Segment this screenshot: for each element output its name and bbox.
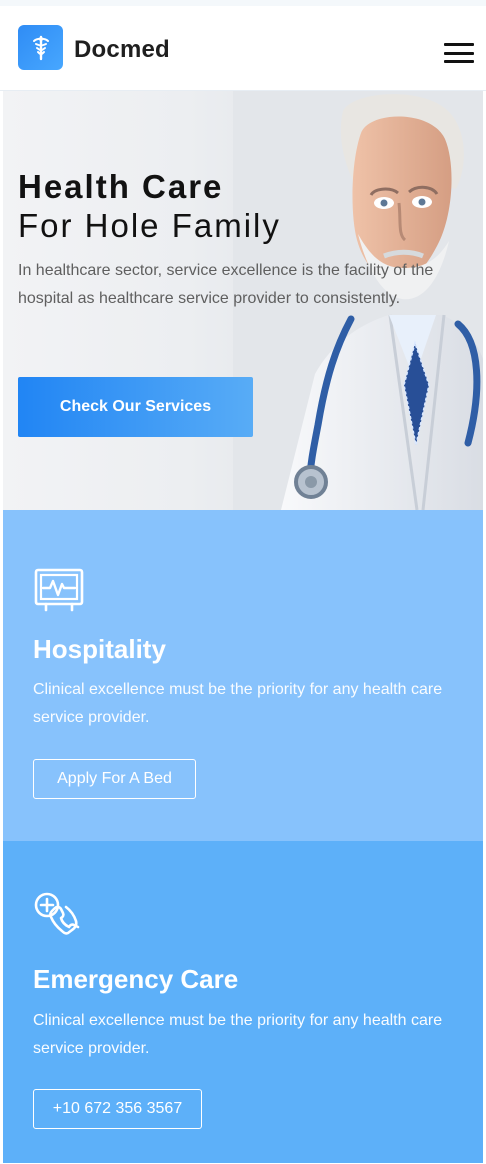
emergency-care-title: Emergency Care — [33, 964, 239, 994]
caduceus-logo-icon — [18, 25, 63, 70]
heart-monitor-icon — [34, 568, 84, 612]
menu-button[interactable] — [444, 43, 474, 63]
hero-title-line-2: For Hole Family — [18, 207, 281, 245]
hero-section: Health Care For Hole Family In healthcar… — [3, 91, 483, 510]
emergency-care-description: Clinical excellence must be the priority… — [33, 1012, 443, 1057]
page: Docmed Health Care For Hole Family In he… — [0, 0, 486, 1164]
hero-title-line-1: Health Care — [18, 168, 224, 205]
caduceus-icon — [32, 35, 49, 60]
check-services-button[interactable]: Check Our Services — [18, 377, 253, 437]
hero-description: In healthcare sector, service excellence… — [18, 262, 434, 308]
phone-number-button[interactable]: +10 672 356 3567 — [33, 1089, 202, 1129]
hospitality-section: Hospitality Clinical excellence must be … — [3, 510, 483, 841]
site-header: Docmed — [0, 6, 486, 91]
hospitality-description: Clinical excellence must be the priority… — [33, 681, 443, 726]
hamburger-line — [444, 60, 474, 63]
emergency-care-section: Emergency Care Clinical excellence must … — [3, 841, 483, 1163]
hamburger-line — [444, 43, 474, 46]
brand-name[interactable]: Docmed — [74, 36, 170, 64]
hospitality-title: Hospitality — [33, 634, 166, 664]
emergency-phone-icon — [34, 892, 80, 935]
hamburger-line — [444, 51, 474, 55]
apply-bed-button[interactable]: Apply For A Bed — [33, 759, 196, 799]
hero-text: Health Care For Hole Family In healthcar… — [18, 168, 463, 313]
